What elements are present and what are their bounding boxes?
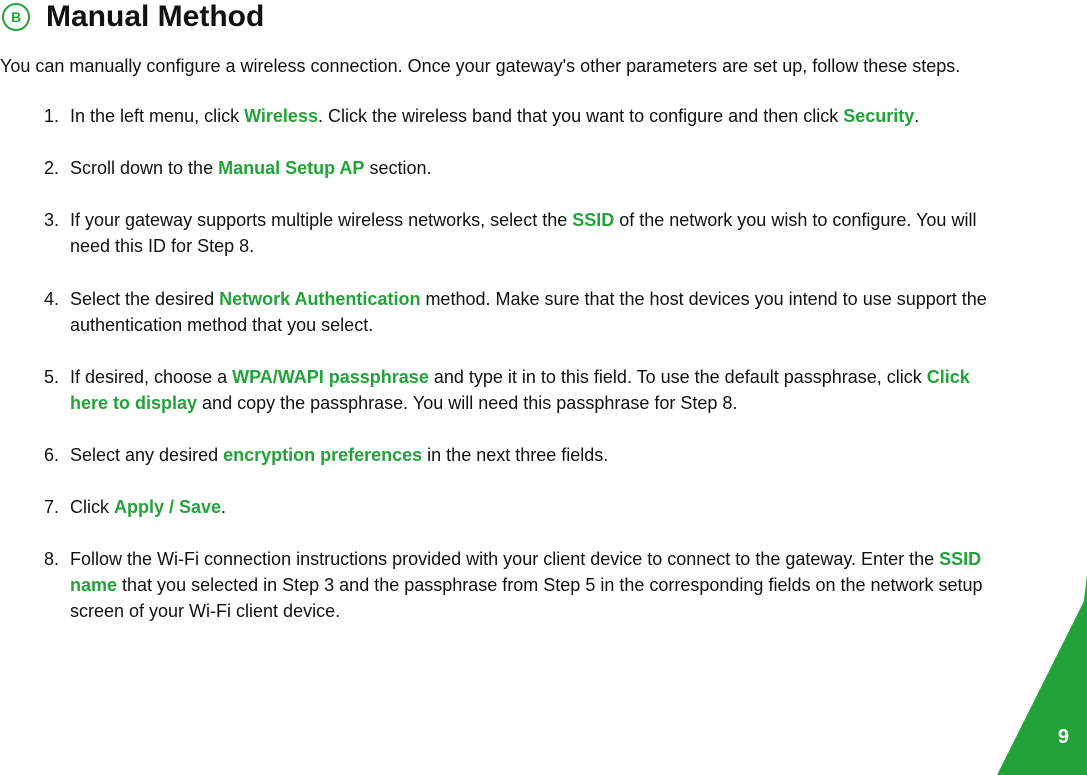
step-text: that you selected in Step 3 and the pass… xyxy=(70,575,983,621)
step-text: . xyxy=(221,497,226,517)
step-text: If desired, choose a xyxy=(70,367,232,387)
step-1: In the left menu, click Wireless. Click … xyxy=(64,103,1000,129)
highlight-security: Security xyxy=(843,106,914,126)
step-text: in the next three fields. xyxy=(422,445,608,465)
step-text: If your gateway supports multiple wirele… xyxy=(70,210,572,230)
page-title: Manual Method xyxy=(46,0,264,34)
step-2: Scroll down to the Manual Setup AP secti… xyxy=(64,155,1000,181)
step-3: If your gateway supports multiple wirele… xyxy=(64,207,1000,259)
highlight-wireless: Wireless xyxy=(244,106,318,126)
step-text: . Click the wireless band that you want … xyxy=(318,106,843,126)
step-text: Select the desired xyxy=(70,289,219,309)
header-row: B Manual Method xyxy=(0,0,1027,34)
step-7: Click Apply / Save. xyxy=(64,494,1000,520)
step-6: Select any desired encryption preference… xyxy=(64,442,1000,468)
corner-triangle-front xyxy=(997,595,1087,775)
page: B Manual Method You can manually configu… xyxy=(0,0,1087,775)
highlight-encryption-preferences: encryption preferences xyxy=(223,445,422,465)
steps-list: In the left menu, click Wireless. Click … xyxy=(0,103,1000,624)
step-text: Follow the Wi-Fi connection instructions… xyxy=(70,549,939,569)
highlight-manual-setup-ap: Manual Setup AP xyxy=(218,158,364,178)
step-text: and copy the passphrase. You will need t… xyxy=(197,393,737,413)
highlight-apply-save: Apply / Save xyxy=(114,497,221,517)
highlight-ssid: SSID xyxy=(572,210,614,230)
step-text: and type it in to this field. To use the… xyxy=(429,367,927,387)
step-text: section. xyxy=(364,158,431,178)
page-corner-decoration: 9 xyxy=(967,575,1087,775)
step-text: Click xyxy=(70,497,114,517)
intro-paragraph: You can manually configure a wireless co… xyxy=(0,54,1000,79)
highlight-wpa-passphrase: WPA/WAPI passphrase xyxy=(232,367,429,387)
step-5: If desired, choose a WPA/WAPI passphrase… xyxy=(64,364,1000,416)
step-text: In the left menu, click xyxy=(70,106,244,126)
badge-letter: B xyxy=(11,9,21,25)
step-4: Select the desired Network Authenticatio… xyxy=(64,286,1000,338)
step-text: . xyxy=(914,106,919,126)
highlight-network-authentication: Network Authentication xyxy=(219,289,420,309)
step-text: Select any desired xyxy=(70,445,223,465)
step-text: Scroll down to the xyxy=(70,158,218,178)
step-8: Follow the Wi-Fi connection instructions… xyxy=(64,546,1000,624)
page-number: 9 xyxy=(1058,726,1069,749)
section-badge: B xyxy=(2,3,30,31)
